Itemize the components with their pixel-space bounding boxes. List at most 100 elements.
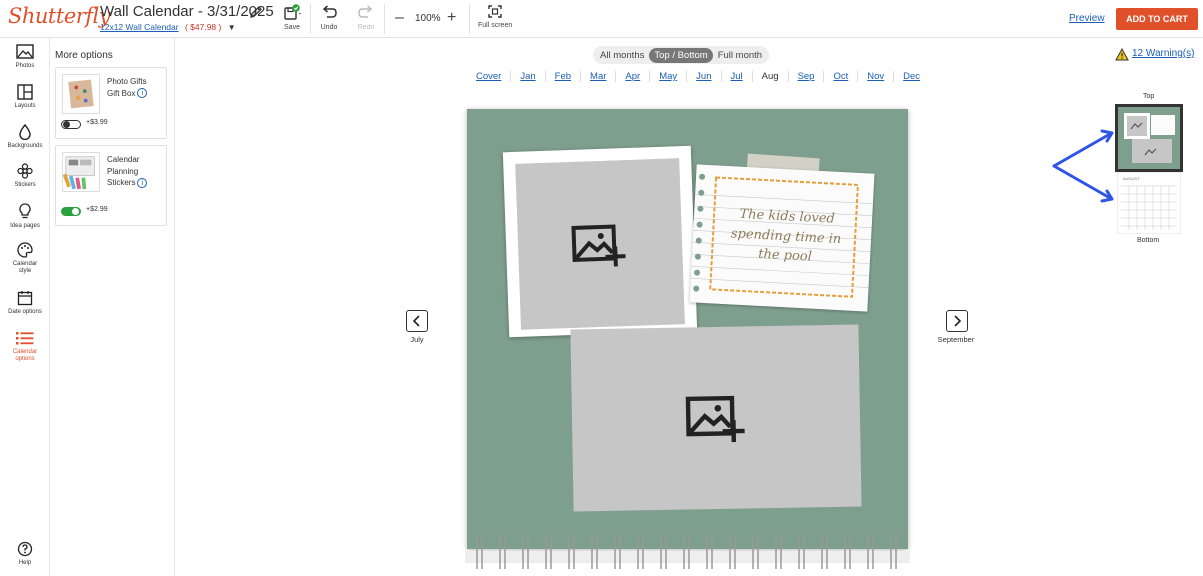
- fullscreen-button[interactable]: Full screen: [478, 4, 512, 29]
- rail-layouts[interactable]: Layouts: [0, 84, 50, 110]
- redo-button[interactable]: Redo: [357, 4, 375, 31]
- list-icon: [16, 332, 34, 345]
- annotation-arrows: [1052, 129, 1114, 203]
- thumbnail-top-page[interactable]: [1115, 104, 1183, 172]
- month-link-feb[interactable]: Feb: [546, 71, 582, 82]
- gift-box-toggle[interactable]: [61, 120, 81, 129]
- warnings-link[interactable]: 12 Warning(s): [1132, 48, 1194, 59]
- help-icon: [17, 541, 33, 557]
- option-price: +$3.99: [86, 119, 108, 126]
- option-name: Calendar Planning Stickers i: [107, 154, 165, 189]
- month-link-jul[interactable]: Jul: [722, 71, 753, 82]
- photo-slot-top[interactable]: [515, 158, 685, 330]
- planning-stickers-toggle[interactable]: [61, 207, 81, 216]
- idea-bulb-icon: [19, 203, 31, 219]
- chevron-left-icon: [412, 315, 420, 327]
- toggle-knob: [72, 208, 79, 215]
- info-icon[interactable]: i: [137, 178, 148, 189]
- rail-backgrounds-label: Backgrounds: [7, 143, 43, 149]
- toggle-knob: [63, 121, 70, 128]
- calendar-icon: [17, 291, 33, 306]
- rail-stickers-label: Stickers: [14, 182, 36, 188]
- month-link-apr[interactable]: Apr: [616, 71, 651, 82]
- option-card-gift-box[interactable]: Photo Gifts Gift Box i +$3.99: [55, 67, 167, 139]
- tab-all-months[interactable]: All months: [595, 48, 649, 63]
- rail-date-options[interactable]: Date options: [0, 290, 50, 316]
- month-link-nov[interactable]: Nov: [858, 71, 895, 82]
- add-photo-icon[interactable]: [570, 216, 632, 270]
- undo-icon: [322, 5, 337, 18]
- month-link-may[interactable]: May: [650, 71, 688, 82]
- rail-stickers[interactable]: Stickers: [0, 163, 50, 189]
- rail-help[interactable]: Help: [0, 541, 50, 567]
- rail-calendar-style-label-1: Calendar: [12, 261, 38, 267]
- tab-full-month[interactable]: Full month: [713, 48, 767, 63]
- fullscreen-label: Full screen: [478, 22, 513, 29]
- toolbar-divider: [469, 4, 470, 34]
- option-price: +$2.99: [86, 206, 108, 213]
- month-link-cover[interactable]: Cover: [466, 71, 512, 82]
- rail-calendar-options-label-2: options: [15, 356, 35, 363]
- info-icon[interactable]: i: [137, 88, 148, 99]
- planning-stickers-thumbnail: [62, 152, 100, 192]
- shutterfly-logo[interactable]: Shutterfly: [8, 4, 111, 28]
- option-name-line: Photo Gifts: [107, 77, 147, 86]
- photo-slot-bottom[interactable]: [570, 324, 862, 512]
- option-name-line: Planning: [107, 166, 139, 176]
- next-month-label: September: [937, 335, 975, 344]
- option-name-line: Calendar: [107, 155, 140, 164]
- month-link-aug[interactable]: Aug: [753, 71, 789, 82]
- more-options-panel: More options Photo Gifts Gift Box i +$3.9…: [50, 38, 175, 576]
- option-name-line: Stickers: [107, 178, 136, 188]
- add-photo-icon[interactable]: [684, 386, 751, 445]
- rail-calendar-options-label-1: Calendar: [12, 349, 38, 355]
- rail-calendar-style-label-2: style: [18, 268, 32, 275]
- caption-line: The kids loved: [739, 206, 836, 227]
- month-link-sep[interactable]: Sep: [789, 71, 825, 82]
- prev-month-button[interactable]: [406, 310, 428, 332]
- add-to-cart-button[interactable]: ADD TO CART: [1116, 8, 1198, 30]
- edit-pencil-icon[interactable]: [248, 4, 264, 20]
- month-link-oct[interactable]: Oct: [824, 71, 859, 82]
- rail-photos[interactable]: Photos: [0, 44, 50, 70]
- rail-date-options-label: Date options: [8, 309, 42, 315]
- thumb-top-label: Top: [1143, 93, 1155, 100]
- left-tool-rail: Photos Layouts Backgrounds Stickers Idea…: [0, 38, 50, 576]
- zoom-out-button[interactable]: –: [395, 9, 404, 27]
- rail-idea-pages[interactable]: Idea pages: [0, 203, 50, 230]
- tab-top-bottom[interactable]: Top / Bottom: [649, 47, 713, 63]
- save-button[interactable]: Save: [282, 4, 302, 31]
- product-price: ( $47.98 ): [184, 22, 222, 32]
- zoom-in-button[interactable]: +: [447, 9, 456, 27]
- save-icon: [284, 4, 301, 20]
- note-paper: The kids loved spending time in the pool: [689, 164, 875, 312]
- zoom-level: 100%: [415, 13, 441, 24]
- product-link[interactable]: 12x12 Wall Calendar: [100, 22, 179, 32]
- rail-calendar-style[interactable]: Calendar style: [0, 242, 50, 275]
- toolbar-divider: [384, 4, 385, 34]
- save-label: Save: [284, 24, 300, 31]
- spiral-binding: [465, 534, 910, 569]
- caption-line: spending time in: [730, 225, 842, 247]
- polaroid-frame: [502, 145, 698, 338]
- price-dropdown-icon[interactable]: ▼: [228, 23, 236, 32]
- undo-button[interactable]: Undo: [320, 4, 338, 31]
- rail-help-label: Help: [18, 560, 32, 566]
- next-month-button[interactable]: [946, 310, 968, 332]
- undo-label: Undo: [320, 24, 338, 31]
- rail-calendar-options[interactable]: Calendar options: [0, 330, 50, 363]
- option-card-planning-stickers[interactable]: Calendar Planning Stickers i +$2.99: [55, 145, 167, 226]
- stickers-flower-icon: [17, 163, 33, 179]
- layouts-icon: [17, 84, 33, 100]
- month-link-dec[interactable]: Dec: [894, 71, 929, 82]
- thumbnail-bottom-page[interactable]: AUGUST: [1117, 172, 1181, 234]
- calendar-page-canvas[interactable]: The kids loved spending time in the pool: [467, 109, 908, 549]
- caption-text[interactable]: The kids loved spending time in the pool: [718, 204, 855, 269]
- option-name: Photo Gifts Gift Box i: [107, 76, 165, 99]
- rail-backgrounds[interactable]: Backgrounds: [0, 124, 50, 150]
- month-link-jun[interactable]: Jun: [687, 71, 722, 82]
- month-link-jan[interactable]: Jan: [511, 71, 546, 82]
- preview-link[interactable]: Preview: [1069, 13, 1105, 24]
- month-link-mar[interactable]: Mar: [581, 71, 617, 82]
- month-navigation: Cover Jan Feb Mar Apr May Jun Jul Aug Se…: [466, 71, 929, 82]
